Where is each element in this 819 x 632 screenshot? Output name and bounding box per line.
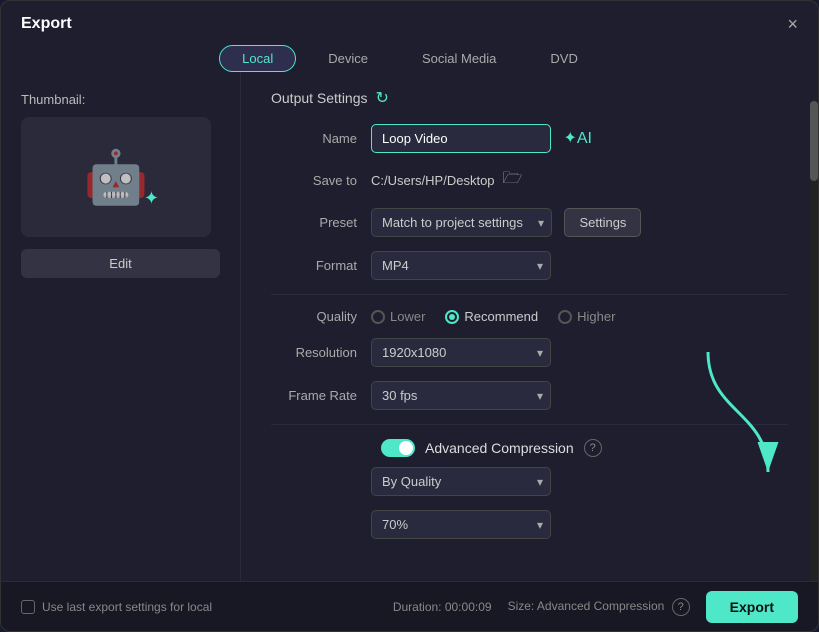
ai-label-icon[interactable]: ✦AI — [563, 130, 592, 147]
duration-label: Duration: 00:00:09 — [393, 600, 492, 614]
radio-lower-circle — [371, 310, 385, 324]
export-dialog: Export × Local Device Social Media DVD T… — [0, 0, 819, 632]
by-quality-field: By Quality ▾ — [371, 467, 788, 496]
checkbox-row: Use last export settings for local — [21, 600, 377, 614]
save-to-field: C:/Users/HP/Desktop 🗁 — [371, 167, 788, 194]
advanced-compression-row: Advanced Compression ? — [271, 439, 788, 457]
export-button[interactable]: Export — [706, 591, 798, 623]
radio-higher-circle — [558, 310, 572, 324]
left-panel: Thumbnail: 🤖 ✦ Edit — [1, 72, 241, 592]
refresh-icon[interactable]: ↻ — [376, 88, 389, 108]
tab-local[interactable]: Local — [219, 45, 296, 72]
quality-higher[interactable]: Higher — [558, 309, 615, 324]
output-settings-header: Output Settings ↻ — [271, 88, 788, 108]
help-icon[interactable]: ? — [584, 439, 602, 457]
quality-higher-label: Higher — [577, 309, 615, 324]
scrollbar-thumb[interactable] — [810, 101, 818, 181]
name-label: Name — [271, 131, 371, 146]
resolution-row: Resolution 1920x1080 ▾ — [271, 338, 788, 367]
frame-rate-row: Frame Rate 30 fps ▾ — [271, 381, 788, 410]
toggle-knob — [399, 441, 413, 455]
advanced-compression-label: Advanced Compression — [425, 440, 574, 456]
by-quality-row: By Quality ▾ — [271, 467, 788, 496]
resolution-label: Resolution — [271, 345, 371, 360]
quality-recommend[interactable]: Recommend — [445, 309, 538, 324]
divider-2 — [271, 424, 788, 425]
quality-pct-select-wrapper: 70% ▾ — [371, 510, 551, 539]
scrollbar-track — [810, 101, 818, 581]
format-select[interactable]: MP4 — [371, 251, 551, 280]
preset-row: Preset Match to project settings ▾ Setti… — [271, 208, 788, 237]
quality-pct-row: 70% ▾ — [271, 510, 788, 539]
sparkle-icon: ✦ — [144, 188, 159, 209]
frame-rate-label: Frame Rate — [271, 388, 371, 403]
content-area: Thumbnail: 🤖 ✦ Edit Output Settings ↻ Na… — [1, 72, 818, 592]
quality-pct-field: 70% ▾ — [371, 510, 788, 539]
title-bar: Export × — [1, 1, 818, 33]
advanced-compression-toggle[interactable] — [381, 439, 415, 457]
radio-recommend-circle — [445, 310, 459, 324]
frame-rate-field: 30 fps ▾ — [371, 381, 788, 410]
quality-recommend-label: Recommend — [464, 309, 538, 324]
edit-button[interactable]: Edit — [21, 249, 220, 278]
save-to-row: Save to C:/Users/HP/Desktop 🗁 — [271, 167, 788, 194]
settings-button[interactable]: Settings — [564, 208, 641, 237]
bottom-meta: Duration: 00:00:09 Size: Advanced Compre… — [393, 598, 690, 616]
preset-label: Preset — [271, 215, 371, 230]
ai-thumb-icon: 🤖 — [84, 147, 149, 208]
by-quality-select-wrapper: By Quality ▾ — [371, 467, 551, 496]
folder-icon[interactable]: 🗁 — [503, 167, 523, 194]
format-field: MP4 ▾ — [371, 251, 788, 280]
bottom-bar: Use last export settings for local Durat… — [1, 581, 818, 631]
format-select-wrapper: MP4 ▾ — [371, 251, 551, 280]
tab-dvd[interactable]: DVD — [528, 45, 599, 72]
last-settings-checkbox[interactable] — [21, 600, 35, 614]
name-field-wrapper: ✦AI — [371, 124, 788, 153]
size-label: Size: Advanced Compression ? — [508, 598, 690, 616]
quality-lower[interactable]: Lower — [371, 309, 425, 324]
name-row: Name ✦AI — [271, 124, 788, 153]
dialog-title: Export — [21, 15, 72, 33]
save-to-label: Save to — [271, 173, 371, 188]
resolution-select-wrapper: 1920x1080 ▾ — [371, 338, 551, 367]
resolution-field: 1920x1080 ▾ — [371, 338, 788, 367]
quality-options: Lower Recommend Higher — [371, 309, 788, 324]
frame-rate-select-wrapper: 30 fps ▾ — [371, 381, 551, 410]
right-panel: Output Settings ↻ Name ✦AI Save to C:/Us… — [241, 72, 818, 592]
resolution-select[interactable]: 1920x1080 — [371, 338, 551, 367]
close-button[interactable]: × — [787, 15, 798, 33]
thumbnail-label: Thumbnail: — [21, 92, 220, 107]
by-quality-select[interactable]: By Quality — [371, 467, 551, 496]
quality-row: Quality Lower Recommend Higher — [271, 309, 788, 324]
thumbnail-box: 🤖 ✦ — [21, 117, 211, 237]
name-input[interactable] — [371, 124, 551, 153]
preset-select[interactable]: Match to project settings — [371, 208, 552, 237]
divider-1 — [271, 294, 788, 295]
tab-bar: Local Device Social Media DVD — [1, 45, 818, 72]
tab-social-media[interactable]: Social Media — [400, 45, 518, 72]
format-row: Format MP4 ▾ — [271, 251, 788, 280]
quality-label: Quality — [271, 309, 371, 324]
decorative-arrow — [698, 352, 788, 482]
tab-device[interactable]: Device — [306, 45, 390, 72]
format-label: Format — [271, 258, 371, 273]
preset-field: Match to project settings ▾ Settings — [371, 208, 788, 237]
output-settings-label: Output Settings — [271, 90, 368, 106]
size-help-icon[interactable]: ? — [672, 598, 690, 616]
quality-pct-select[interactable]: 70% — [371, 510, 551, 539]
quality-lower-label: Lower — [390, 309, 425, 324]
save-path-text: C:/Users/HP/Desktop — [371, 173, 495, 188]
last-settings-label: Use last export settings for local — [42, 600, 212, 614]
preset-select-wrapper: Match to project settings ▾ — [371, 208, 552, 237]
frame-rate-select[interactable]: 30 fps — [371, 381, 551, 410]
